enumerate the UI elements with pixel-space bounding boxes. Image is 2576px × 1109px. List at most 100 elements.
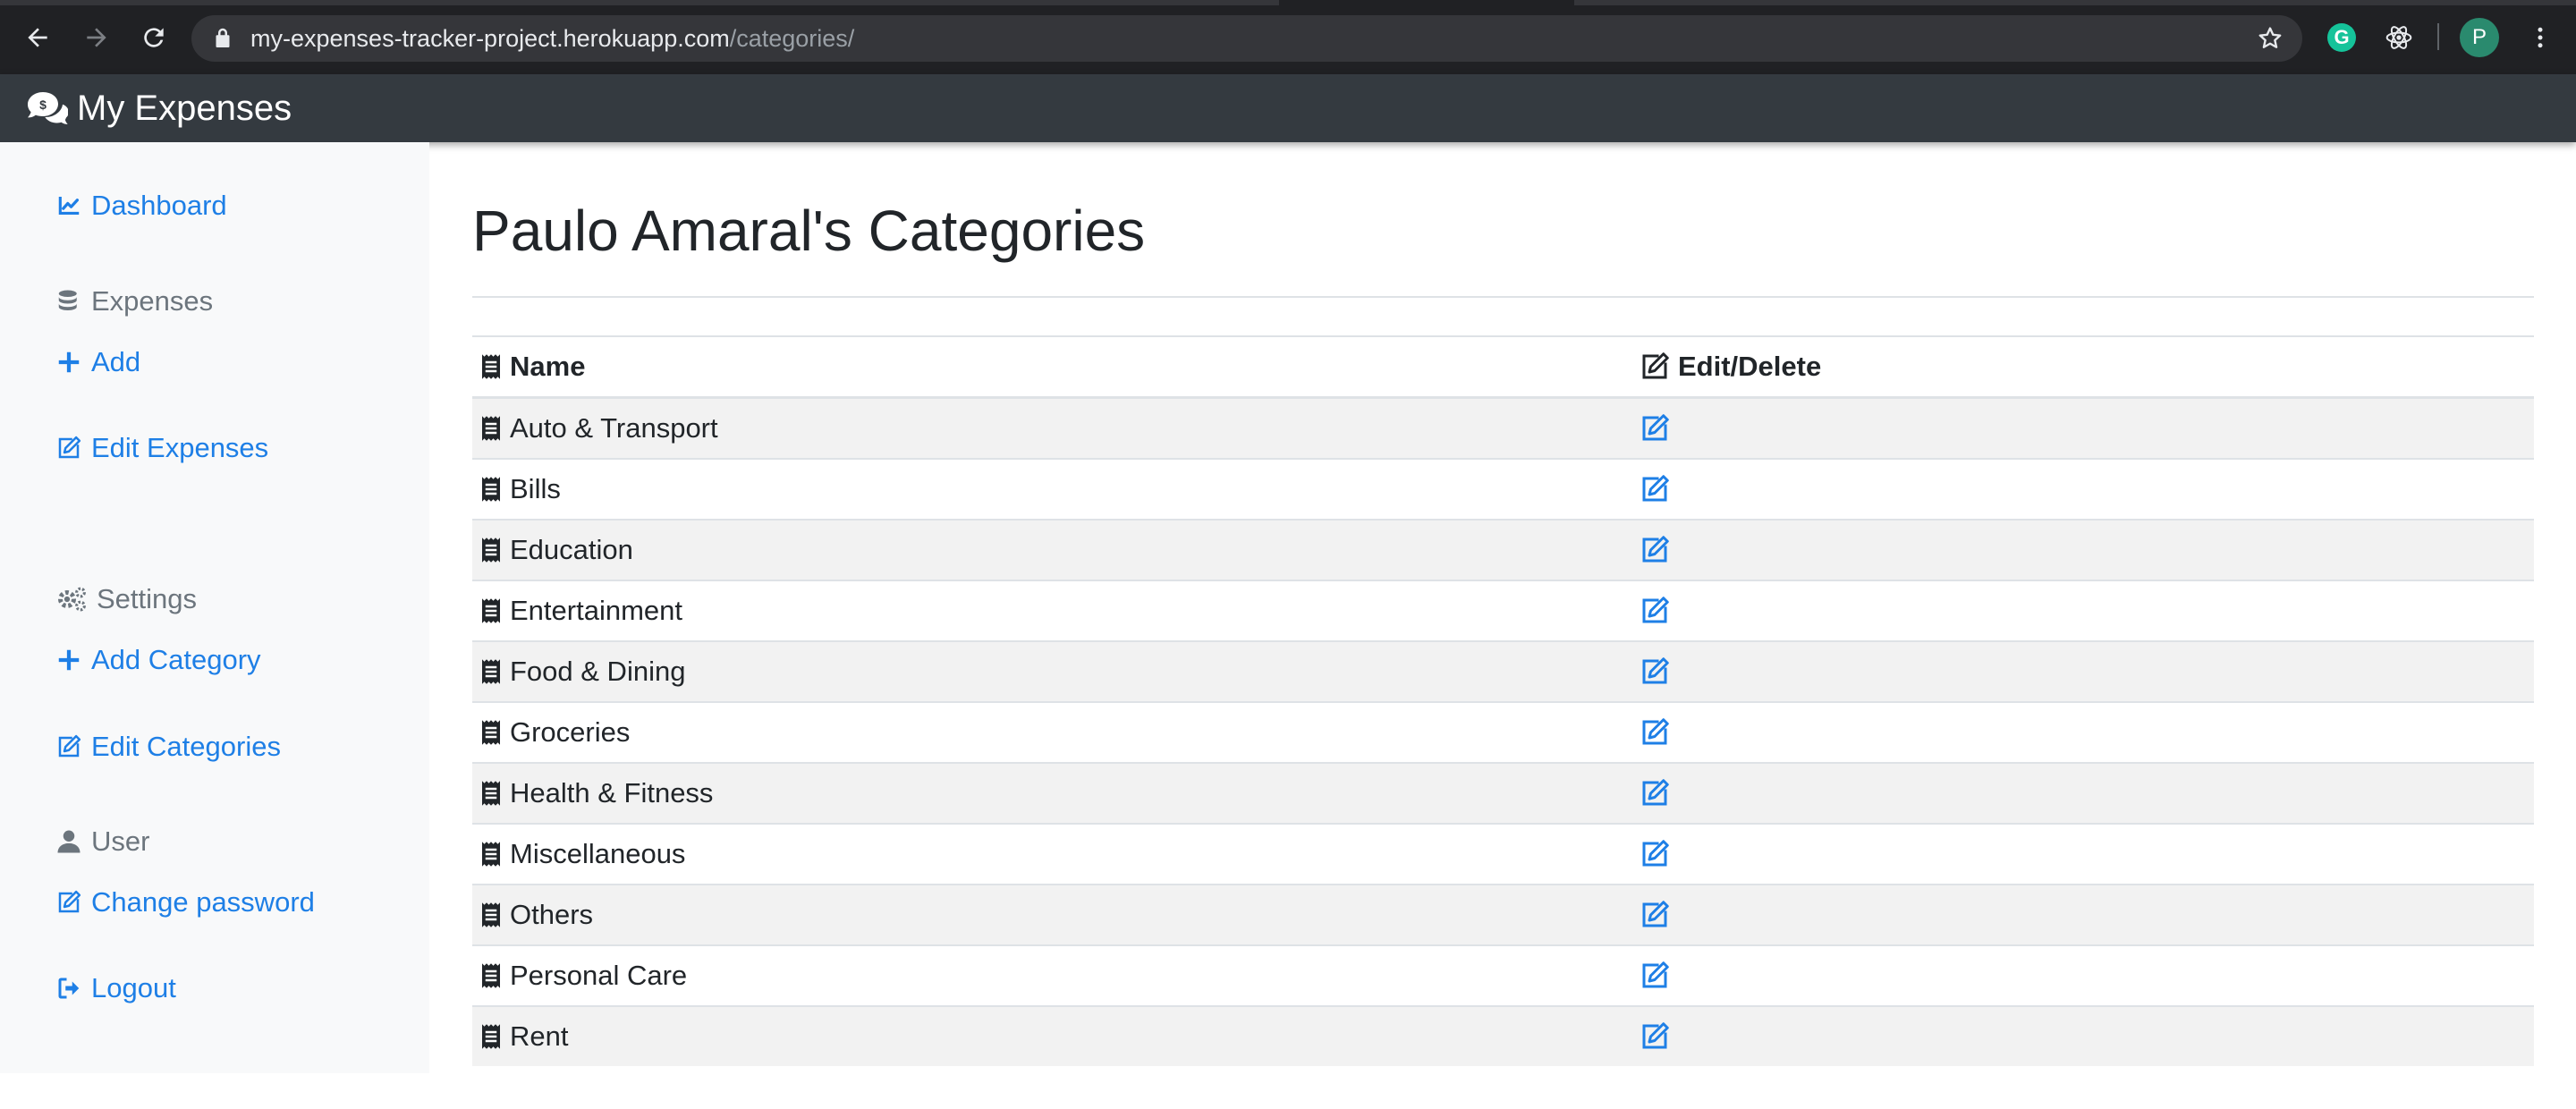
grammarly-icon: G [2327,23,2356,52]
receipt-icon [482,416,500,441]
coins-icon [58,290,77,310]
edit-category-button[interactable] [1639,899,2534,931]
edit-cell [1631,519,2534,580]
edit-cell [1631,580,2534,641]
column-header-name: Name [472,335,1631,399]
sidebar-heading-label: Settings [97,583,198,614]
active-tab-edge[interactable] [1279,0,1574,5]
table-body: Auto & Transport Bills Education Enterta… [472,396,2534,1066]
receipt-icon [482,842,500,867]
edit-category-button[interactable] [1639,473,2534,505]
table-row: Groceries [472,701,2534,763]
profile-avatar-button[interactable]: P [2460,18,2499,57]
tab-strip [0,0,2576,5]
edit-cell [1631,1005,2534,1066]
arrow-right-icon [87,28,106,47]
sidebar-item-edit-expenses[interactable]: Edit Expenses [55,432,268,464]
back-button[interactable] [20,20,55,55]
table-row: Rent [472,1005,2534,1066]
svg-text:$: $ [39,97,47,112]
category-name: Rent [510,1020,569,1052]
sidebar-item-label: Logout [91,972,176,1003]
edit-icon [58,436,81,459]
edit-category-button[interactable] [1639,1020,2534,1053]
grammarly-extension-button[interactable]: G [2324,20,2360,55]
edit-category-button[interactable] [1639,595,2534,627]
category-name: Groceries [510,716,631,748]
edit-category-button[interactable] [1639,534,2534,566]
sidebar-item-label: Add [91,346,141,377]
react-devtools-extension-button[interactable] [2381,20,2417,55]
edit-cell [1631,396,2534,459]
chart-line-icon [58,197,80,215]
toolbar-separator [2437,23,2439,50]
browser-menu-button[interactable] [2522,20,2558,55]
sidebar-item-logout[interactable]: Logout [55,972,176,1004]
sidebar-heading-expenses: Expenses [55,285,213,317]
edit-category-button[interactable] [1639,716,2534,749]
sidebar-item-add-category[interactable]: Add Category [55,644,261,676]
column-header-label: Name [510,351,586,382]
category-name: Miscellaneous [510,838,686,869]
react-atom-icon [2385,26,2412,49]
sidebar-item-change-password[interactable]: Change password [55,886,315,919]
category-name-cell: Others [472,884,1631,945]
address-bar[interactable]: my-expenses-tracker-project.herokuapp.co… [191,15,2302,62]
receipt-icon [482,963,500,988]
browser-toolbar: my-expenses-tracker-project.herokuapp.co… [0,0,2576,74]
edit-category-button[interactable] [1639,960,2534,992]
user-icon [57,830,80,853]
table-row: Bills [472,458,2534,520]
edit-category-button[interactable] [1639,656,2534,688]
sidebar-item-dashboard[interactable]: Dashboard [55,190,227,222]
forward-button[interactable] [79,20,114,55]
category-name-cell: Personal Care [472,944,1631,1006]
edit-icon [58,734,81,758]
edit-icon [1642,475,1669,502]
sidebar-item-edit-categories[interactable]: Edit Categories [55,731,281,763]
category-name: Bills [510,473,561,504]
reload-icon [144,28,164,47]
edit-cell [1631,823,2534,885]
sidebar-item-add[interactable]: Add [55,346,140,378]
table-row: Education [472,519,2534,580]
category-name-cell: Groceries [472,701,1631,763]
bookmark-star-icon[interactable] [2256,24,2284,53]
table-row: Personal Care [472,944,2534,1006]
edit-cell [1631,944,2534,1006]
plus-icon [58,649,80,671]
edit-cell [1631,762,2534,824]
edit-category-button[interactable] [1639,412,2534,444]
reload-button[interactable] [136,20,172,55]
category-name-cell: Entertainment [472,580,1631,641]
url-host: my-expenses-tracker-project.herokuapp.co… [250,24,730,52]
receipt-icon [482,538,500,563]
edit-cell [1631,458,2534,520]
brand-label: My Expenses [77,88,292,128]
sidebar-item-label: Edit Expenses [91,432,269,463]
edit-icon [1642,901,1669,927]
comments-dollar-icon: $ [28,92,68,124]
page-title: Paulo Amaral's Categories [472,199,1146,263]
edit-category-button[interactable] [1639,777,2534,809]
edit-cell [1631,701,2534,763]
edit-icon [1642,1022,1669,1049]
brand-link[interactable]: $ My Expenses [27,89,292,129]
category-name: Food & Dining [510,656,686,687]
url-text: my-expenses-tracker-project.herokuapp.co… [250,25,854,53]
table-row: Food & Dining [472,640,2534,702]
sign-out-icon [58,978,80,999]
table-row: Auto & Transport [472,396,2534,459]
edit-icon [1642,597,1669,623]
receipt-icon [482,659,500,684]
plus-icon [58,351,80,373]
edit-category-button[interactable] [1639,838,2534,870]
cogs-icon [58,587,86,612]
category-name: Personal Care [510,960,688,991]
sidebar-item-label: Add Category [91,644,261,675]
receipt-icon [482,781,500,806]
edit-icon [1642,414,1669,441]
app-navbar: $ My Expenses [0,74,2576,142]
category-name-cell: Education [472,519,1631,580]
title-divider [472,296,2534,298]
